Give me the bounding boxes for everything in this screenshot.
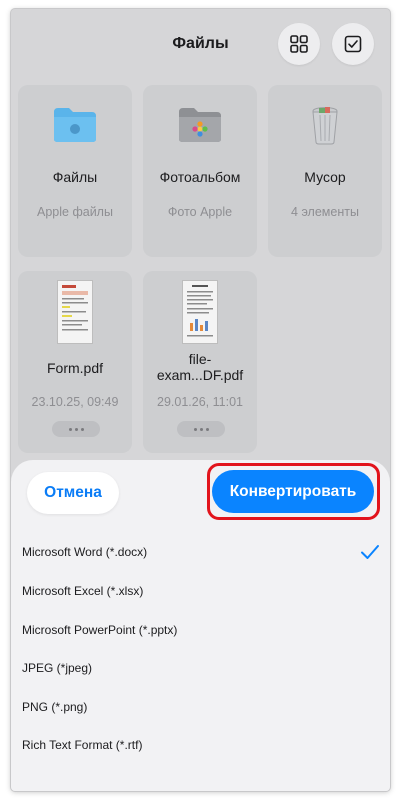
ellipsis-icon [68, 427, 72, 431]
folder-name: Фотоальбом [159, 169, 241, 185]
folder-subtitle: 4 элементы [291, 205, 359, 219]
grid-view-button[interactable] [278, 23, 320, 65]
format-option-label: Microsoft PowerPoint (*.pptx) [22, 623, 178, 637]
format-option-pptx[interactable]: Microsoft PowerPoint (*.pptx) [11, 612, 390, 648]
folder-tile-photos[interactable]: Фотоальбом Фото Apple [143, 85, 257, 257]
file-name: Form.pdf [46, 360, 103, 376]
format-option-label: PNG (*.png) [22, 700, 88, 714]
folder-subtitle: Apple файлы [37, 205, 113, 219]
checkmark-icon [361, 545, 379, 559]
format-option-xlsx[interactable]: Microsoft Excel (*.xlsx) [11, 573, 390, 609]
cancel-button[interactable]: Отмена [27, 472, 119, 514]
folder-tile-trash[interactable]: Мусор 4 элементы [268, 85, 382, 257]
app-frame: Файлы Файлы Apple файлы Фотоальбом Фото … [11, 9, 390, 791]
file-name-line1: file- [188, 351, 212, 367]
format-option-label: Rich Text Format (*.rtf) [22, 738, 143, 752]
grid-icon [290, 35, 308, 53]
file-tile-form[interactable]: Form.pdf 23.10.25, 09:49 [18, 271, 132, 453]
folder-tile-files[interactable]: Файлы Apple файлы [18, 85, 132, 257]
checkbox-icon [344, 35, 362, 53]
format-option-png[interactable]: PNG (*.png) [11, 689, 390, 725]
folder-name: Мусор [304, 169, 346, 185]
convert-sheet: Отмена Конвертировать Microsoft Word (*.… [11, 460, 390, 791]
format-option-rtf[interactable]: Rich Text Format (*.rtf) [11, 727, 390, 763]
convert-button[interactable]: Конвертировать [212, 470, 374, 513]
more-button[interactable] [52, 421, 100, 437]
select-button[interactable] [332, 23, 374, 65]
file-name-line2: exam...DF.pdf [156, 367, 244, 383]
photos-folder-icon [179, 108, 221, 142]
folder-subtitle: Фото Apple [167, 205, 233, 219]
folder-icon [54, 108, 96, 142]
trash-icon [312, 107, 338, 145]
pdf-thumbnail [183, 281, 217, 343]
format-option-label: Microsoft Word (*.docx) [22, 545, 148, 559]
document-preview-icon [62, 285, 88, 331]
format-option-jpeg[interactable]: JPEG (*jpeg) [11, 650, 390, 686]
more-button[interactable] [177, 421, 225, 437]
pdf-thumbnail [58, 281, 92, 343]
format-option-label: JPEG (*jpeg) [22, 661, 93, 675]
file-name: file- exam...DF.pdf [147, 351, 253, 383]
format-option-docx[interactable]: Microsoft Word (*.docx) [11, 534, 390, 570]
folder-name: Файлы [52, 169, 98, 185]
file-tile-example[interactable]: file- exam...DF.pdf 29.01.26, 11:01 [143, 271, 257, 453]
document-preview-icon [187, 285, 213, 337]
ellipsis-icon [193, 427, 197, 431]
format-option-label: Microsoft Excel (*.xlsx) [22, 584, 144, 598]
file-date: 23.10.25, 09:49 [31, 395, 119, 409]
file-date: 29.01.26, 11:01 [157, 395, 243, 409]
